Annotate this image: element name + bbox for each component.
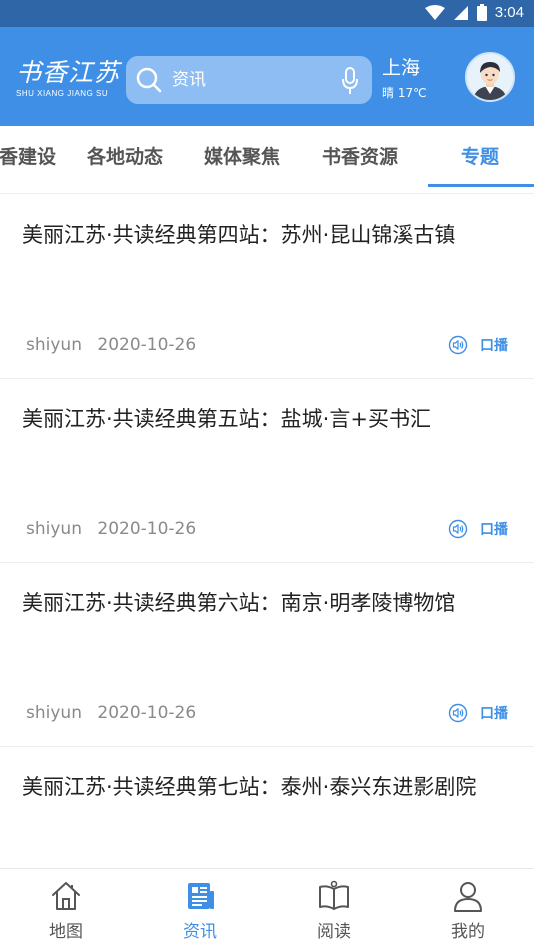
- news-author: shiyun: [26, 335, 82, 355]
- cellular-signal-icon: [453, 5, 468, 20]
- logo-main-text: 书香江苏: [16, 58, 121, 87]
- nav-label-map: 地图: [49, 922, 83, 942]
- microphone-icon[interactable]: [342, 67, 358, 95]
- news-date: 2020-10-26: [97, 703, 197, 723]
- speaker-icon: [448, 519, 468, 539]
- avatar[interactable]: [465, 52, 515, 102]
- news-author: shiyun: [26, 519, 82, 539]
- audio-label: 口播: [480, 522, 508, 538]
- nav-label-news: 资讯: [183, 922, 217, 942]
- nav-label-profile: 我的: [451, 922, 485, 942]
- news-meta: shiyun 2020-10-26: [26, 335, 196, 355]
- house-icon: [52, 882, 80, 910]
- news-meta: shiyun 2020-10-26: [26, 703, 196, 723]
- news-title[interactable]: 美丽江苏·共读经典第六站：南京·明孝陵博物馆: [22, 587, 518, 620]
- nav-item-reading[interactable]: 阅读: [294, 879, 374, 942]
- logo-sub-text: SHU XIANG JIANG SU: [16, 89, 109, 98]
- nav-item-map[interactable]: 地图: [26, 879, 106, 942]
- book-icon: [319, 880, 349, 910]
- weather-widget[interactable]: 上海 晴 17℃: [382, 56, 427, 101]
- bottom-nav: 地图 资讯 阅读 我的: [0, 868, 534, 949]
- app-logo: 书香江苏 SHU XIANG JIANG SU: [16, 59, 120, 105]
- newspaper-icon: [188, 883, 214, 909]
- audio-broadcast-button[interactable]: 口播: [448, 335, 508, 355]
- news-date: 2020-10-26: [97, 335, 197, 355]
- search-input[interactable]: [172, 68, 332, 92]
- audio-label: 口播: [480, 706, 508, 722]
- category-tabs: 书香建设 各地动态 媒体聚焦 书香资源 专题: [0, 126, 534, 194]
- battery-icon: [476, 4, 487, 21]
- news-title[interactable]: 美丽江苏·共读经典第七站：泰州·泰兴东进影剧院: [22, 771, 518, 804]
- status-bar: 3:04: [0, 0, 534, 27]
- news-title[interactable]: 美丽江苏·共读经典第五站：盐城·言+买书汇: [22, 403, 518, 436]
- nav-item-profile[interactable]: 我的: [428, 879, 508, 942]
- status-icons: 3:04: [424, 4, 524, 21]
- news-item[interactable]: 美丽江苏·共读经典第五站：盐城·言+买书汇 shiyun 2020-10-26 …: [0, 379, 534, 563]
- tab-special-topics[interactable]: 专题: [461, 142, 499, 169]
- tab-local-news[interactable]: 各地动态: [87, 142, 163, 169]
- speaker-icon: [448, 703, 468, 723]
- tab-resources[interactable]: 书香资源: [322, 142, 398, 169]
- app-header: 书香江苏 SHU XIANG JIANG SU 上海 晴 17℃: [0, 27, 534, 126]
- weather-info: 晴 17℃: [382, 86, 427, 100]
- tab-media-focus[interactable]: 媒体聚焦: [204, 142, 280, 169]
- user-avatar-icon: [467, 54, 513, 100]
- search-icon: [136, 67, 162, 93]
- speaker-icon: [448, 335, 468, 355]
- news-author: shiyun: [26, 703, 82, 723]
- audio-broadcast-button[interactable]: 口播: [448, 703, 508, 723]
- audio-broadcast-button[interactable]: 口播: [448, 519, 508, 539]
- person-icon: [454, 882, 482, 912]
- news-item[interactable]: 美丽江苏·共读经典第四站：苏州·昆山锦溪古镇 shiyun 2020-10-26…: [0, 195, 534, 379]
- nav-item-news[interactable]: 资讯: [160, 879, 240, 942]
- news-title[interactable]: 美丽江苏·共读经典第四站：苏州·昆山锦溪古镇: [22, 219, 518, 252]
- nav-label-reading: 阅读: [317, 922, 351, 942]
- tab-construction[interactable]: 书香建设: [0, 142, 56, 169]
- news-date: 2020-10-26: [97, 519, 197, 539]
- active-tab-indicator: [428, 184, 534, 187]
- status-time: 3:04: [494, 4, 524, 21]
- weather-city: 上海: [382, 57, 421, 79]
- news-item[interactable]: 美丽江苏·共读经典第六站：南京·明孝陵博物馆 shiyun 2020-10-26…: [0, 563, 534, 747]
- news-item[interactable]: 美丽江苏·共读经典第七站：泰州·泰兴东进影剧院 shiyun 2020-10-2…: [0, 747, 534, 868]
- news-meta: shiyun 2020-10-26: [26, 519, 196, 539]
- news-list[interactable]: 美丽江苏·共读经典第四站：苏州·昆山锦溪古镇 shiyun 2020-10-26…: [0, 195, 534, 868]
- wifi-icon: [424, 4, 445, 20]
- search-box[interactable]: [126, 56, 372, 104]
- audio-label: 口播: [480, 338, 508, 354]
